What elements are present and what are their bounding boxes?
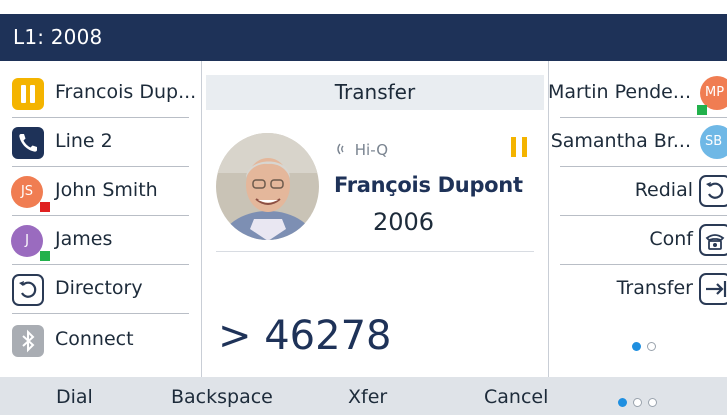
cancel-softkey[interactable]: Cancel <box>484 386 548 408</box>
status-header: L1: 2008 <box>0 14 727 61</box>
softkey-bar: Dial Backspace Xfer Cancel <box>0 377 727 415</box>
line-key-james[interactable]: J James <box>0 216 201 265</box>
line-key-label: Francois Dup... <box>55 81 197 103</box>
transfer-key[interactable]: Transfer <box>560 265 727 314</box>
hold-icon <box>12 78 44 110</box>
avatar: J <box>11 225 43 257</box>
dialed-number-input[interactable]: > 46278 <box>218 313 391 359</box>
right-panel-separator <box>548 61 549 377</box>
top-strip <box>0 0 727 14</box>
hd-audio-label: Hi-Q <box>354 141 388 159</box>
line-key-john-smith[interactable]: JS John Smith <box>0 167 201 216</box>
available-status-icon <box>40 251 50 261</box>
speed-dial-samantha[interactable]: Samantha Br... SB <box>551 118 727 167</box>
softkey-page-indicator <box>618 392 663 411</box>
dialed-digits: 46278 <box>264 313 392 359</box>
xfer-softkey[interactable]: Xfer <box>348 386 387 408</box>
left-panel-separator <box>201 61 202 377</box>
caller-name: François Dupont <box>334 173 523 197</box>
avatar: JS <box>11 176 43 208</box>
caller-number: 2006 <box>373 208 435 236</box>
transfer-icon <box>699 273 727 305</box>
input-prompt: > <box>218 313 252 359</box>
call-on-hold-icon <box>510 137 528 157</box>
divider <box>12 313 189 314</box>
dial-softkey[interactable]: Dial <box>56 386 93 408</box>
conference-label: Conf <box>649 228 693 250</box>
redial-label: Redial <box>634 179 693 201</box>
page-dot-active <box>618 398 627 407</box>
divider <box>216 251 534 252</box>
speed-dial-martin[interactable]: Martin Pende... MP <box>548 69 727 118</box>
backspace-softkey[interactable]: Backspace <box>171 386 273 408</box>
page-dot-active <box>632 342 641 351</box>
avatar: SB <box>700 125 727 159</box>
page-dot <box>633 398 642 407</box>
line-key-line2[interactable]: Line 2 <box>0 118 201 167</box>
conference-key[interactable]: Conf <box>560 216 727 265</box>
busy-status-icon <box>40 202 50 212</box>
line-key-label: Line 2 <box>55 130 113 152</box>
conference-icon <box>699 224 727 256</box>
caller-photo <box>216 133 319 240</box>
page-title: Transfer <box>334 80 416 104</box>
line-key-label: Connect <box>55 328 134 350</box>
line-key-label: John Smith <box>55 179 158 201</box>
line-key-label: James <box>55 228 113 250</box>
directory-icon <box>12 274 44 306</box>
right-panel-page-indicator <box>632 336 662 355</box>
hd-audio-badge: Hi-Q <box>334 141 388 159</box>
line-key-connect[interactable]: Connect <box>0 316 201 365</box>
line-key-directory[interactable]: Directory <box>0 265 201 314</box>
phone-icon <box>12 127 44 159</box>
line-key-label: Directory <box>55 277 143 299</box>
line-key-francois[interactable]: Francois Dup... <box>0 69 201 118</box>
page-dot <box>648 398 657 407</box>
call-screen-header: Transfer <box>206 75 544 110</box>
line-title: L1: 2008 <box>13 25 103 49</box>
redial-icon <box>699 175 727 207</box>
speed-dial-label: Samantha Br... <box>550 130 691 152</box>
page-dot <box>647 342 656 351</box>
speed-dial-label: Martin Pende... <box>547 81 691 103</box>
redial-key[interactable]: Redial <box>560 167 727 216</box>
transfer-label: Transfer <box>616 277 693 299</box>
available-status-icon <box>697 105 707 115</box>
bluetooth-icon <box>12 325 44 357</box>
